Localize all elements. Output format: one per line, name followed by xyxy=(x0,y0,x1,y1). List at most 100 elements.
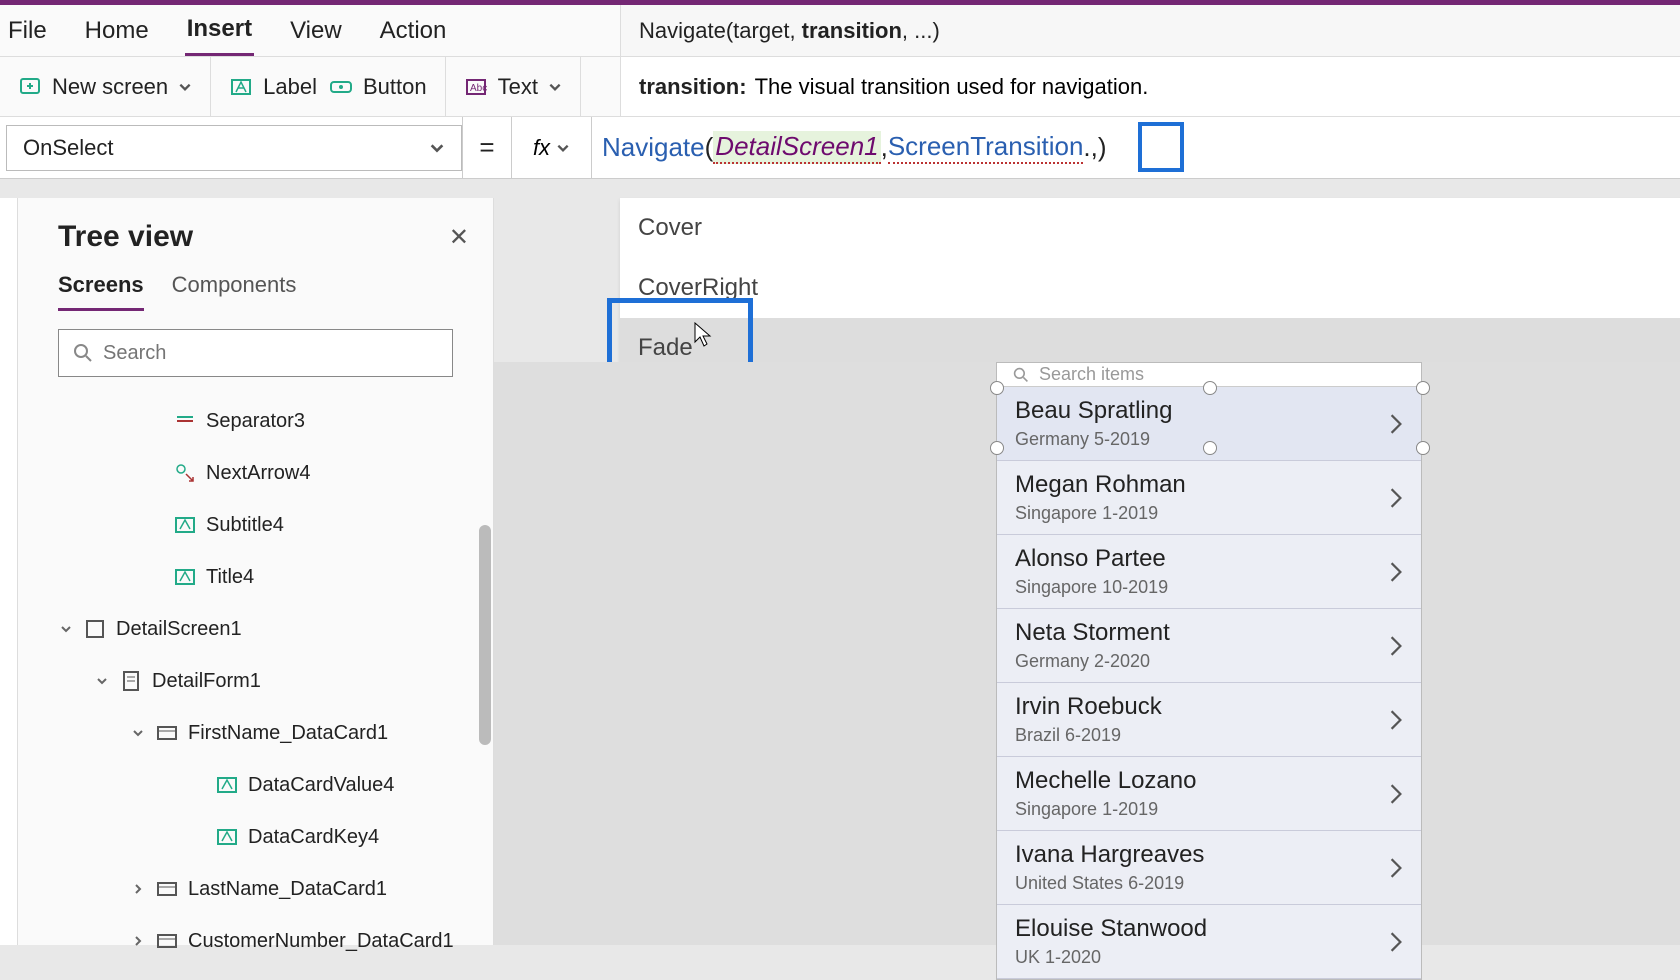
tree-node[interactable]: CustomerNumber_DataCard1 xyxy=(18,915,483,967)
close-icon[interactable]: ✕ xyxy=(449,223,469,252)
chevron-right-icon[interactable] xyxy=(1389,413,1403,435)
list-item[interactable]: Beau SpratlingGermany 5-2019 xyxy=(997,387,1421,461)
equals-sign: = xyxy=(462,117,512,178)
menu-home[interactable]: Home xyxy=(83,7,151,55)
label-icon xyxy=(216,774,238,796)
scrollbar-thumb[interactable] xyxy=(479,525,491,745)
tree-node-label: LastName_DataCard1 xyxy=(188,878,387,901)
tree-node-label: DetailScreen1 xyxy=(116,618,242,641)
expand-icon[interactable] xyxy=(130,881,146,897)
tree-node[interactable]: Subtitle4 xyxy=(18,499,483,551)
ribbon: New screen Label Button xyxy=(0,57,1680,117)
menu-action[interactable]: Action xyxy=(378,7,449,55)
expand-icon[interactable] xyxy=(58,621,74,637)
tree-node-label: DataCardKey4 xyxy=(248,826,379,849)
label-icon xyxy=(174,514,196,536)
button-label: Button xyxy=(363,74,427,100)
ac-item-cover[interactable]: Cover xyxy=(620,198,1680,258)
param-desc: The visual transition used for navigatio… xyxy=(755,74,1149,100)
tree-node[interactable]: Title4 xyxy=(18,551,483,603)
tree-node[interactable]: LastName_DataCard1 xyxy=(18,863,483,915)
list-item-subtitle: United States 6-2019 xyxy=(1015,873,1204,894)
preview-search-label: Search items xyxy=(1039,364,1144,385)
new-screen-button[interactable]: New screen xyxy=(18,74,192,100)
tree-node-label: CustomerNumber_DataCard1 xyxy=(188,930,454,953)
label-icon xyxy=(174,566,196,588)
list-item-title: Ivana Hargreaves xyxy=(1015,841,1204,869)
tree-node-label: DataCardValue4 xyxy=(248,774,394,797)
button-icon xyxy=(329,75,353,99)
chevron-right-icon[interactable] xyxy=(1389,857,1403,879)
expand-spacer xyxy=(148,465,164,481)
list-item-title: Irvin Roebuck xyxy=(1015,693,1162,721)
chevron-down-icon xyxy=(429,140,445,156)
tree-node[interactable]: DetailScreen1 xyxy=(18,603,483,655)
tree-node[interactable]: DataCardValue4 xyxy=(18,759,483,811)
ac-item-coverright[interactable]: CoverRight xyxy=(620,258,1680,318)
mouse-cursor-icon xyxy=(694,322,712,348)
chevron-down-icon xyxy=(548,80,562,94)
list-item[interactable]: Megan RohmanSingapore 1-2019 xyxy=(997,461,1421,535)
tree-search-input[interactable] xyxy=(103,342,438,365)
tab-screens[interactable]: Screens xyxy=(58,272,144,311)
left-nav-strip[interactable] xyxy=(0,198,18,945)
fx-label: fx xyxy=(533,135,550,161)
menu-file[interactable]: File xyxy=(6,7,49,55)
chevron-right-icon[interactable] xyxy=(1389,783,1403,805)
tok-arg2: ScreenTransition xyxy=(888,131,1084,164)
list-item[interactable]: Alonso ParteeSingapore 10-2019 xyxy=(997,535,1421,609)
label-icon xyxy=(216,826,238,848)
screen-icon xyxy=(84,618,106,640)
search-icon xyxy=(73,343,93,363)
tree-list: Separator3NextArrow4 Subtitle4 Title4 Detai… xyxy=(18,395,493,967)
label-button[interactable]: Label xyxy=(229,74,317,100)
menu-insert[interactable]: Insert xyxy=(185,5,254,56)
tok-open: ( xyxy=(705,132,714,163)
expand-spacer xyxy=(148,569,164,585)
menu-view[interactable]: View xyxy=(288,7,344,55)
list-item-subtitle: UK 1-2020 xyxy=(1015,947,1207,968)
tree-node[interactable]: DataCardKey4 xyxy=(18,811,483,863)
text-dropdown-button[interactable]: Abc Text xyxy=(464,74,562,100)
chevron-down-icon xyxy=(556,141,570,155)
param-name: transition: xyxy=(639,74,747,100)
list-item-subtitle: Singapore 1-2019 xyxy=(1015,503,1186,524)
list-item-subtitle: Brazil 6-2019 xyxy=(1015,725,1162,746)
list-item[interactable]: Ivana Hargreaves United States 6-2019 xyxy=(997,831,1421,905)
chevron-right-icon[interactable] xyxy=(1389,561,1403,583)
list-item[interactable]: Elouise Stanwood UK 1-2020 xyxy=(997,905,1421,979)
tab-components[interactable]: Components xyxy=(172,272,297,311)
tree-node[interactable]: DetailForm1 xyxy=(18,655,483,707)
formula-input[interactable]: Navigate(DetailScreen1, ScreenTransition… xyxy=(592,117,1680,178)
tree-node[interactable]: Separator3 xyxy=(18,395,483,447)
list-item[interactable]: Mechelle LozanoSingapore 1-2019 xyxy=(997,757,1421,831)
property-dropdown[interactable]: OnSelect xyxy=(6,125,462,171)
list-item-title: Elouise Stanwood xyxy=(1015,915,1207,943)
text-label: Text xyxy=(498,74,538,100)
fx-button[interactable]: fx xyxy=(512,117,592,178)
formula-bar: OnSelect = fx Navigate(DetailScreen1, Sc… xyxy=(0,117,1680,179)
chevron-right-icon[interactable] xyxy=(1389,635,1403,657)
list-item-title: Neta Storment xyxy=(1015,619,1170,647)
list-item[interactable]: Neta StormentGermany 2-2020 xyxy=(997,609,1421,683)
tree-node-label: Title4 xyxy=(206,566,254,589)
list-item-subtitle: Germany 5-2019 xyxy=(1015,429,1172,450)
list-item[interactable]: Irvin Roebuck Brazil 6-2019 xyxy=(997,683,1421,757)
chevron-right-icon[interactable] xyxy=(1389,709,1403,731)
sig-rest: ... xyxy=(914,18,932,44)
button-button[interactable]: Button xyxy=(329,74,427,100)
card-icon xyxy=(156,930,178,952)
expand-icon[interactable] xyxy=(130,933,146,949)
tree-node[interactable]: FirstName_DataCard1 xyxy=(18,707,483,759)
tree-search-box[interactable] xyxy=(58,329,453,377)
expand-icon[interactable] xyxy=(94,673,110,689)
expand-icon[interactable] xyxy=(130,725,146,741)
expand-spacer xyxy=(190,777,206,793)
list-item-subtitle: Singapore 10-2019 xyxy=(1015,577,1168,598)
text-icon: Abc xyxy=(464,75,488,99)
property-value: OnSelect xyxy=(23,135,114,161)
tree-node-label: Subtitle4 xyxy=(206,514,284,537)
chevron-right-icon[interactable] xyxy=(1389,931,1403,953)
tree-node[interactable]: NextArrow4 xyxy=(18,447,483,499)
chevron-right-icon[interactable] xyxy=(1389,487,1403,509)
